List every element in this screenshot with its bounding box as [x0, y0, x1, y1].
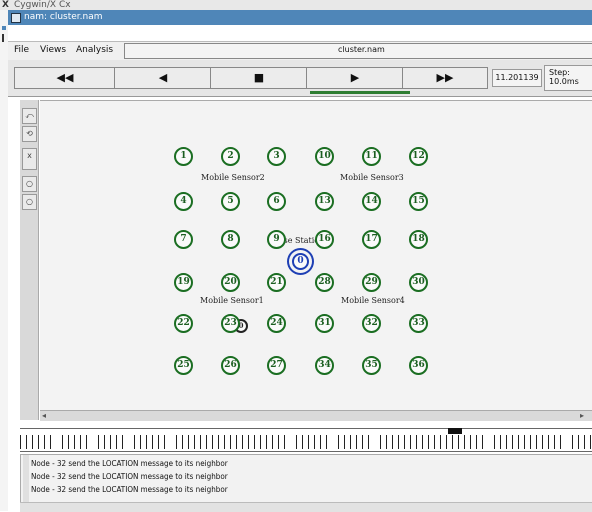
sensor-node-26[interactable]: 26 — [221, 356, 240, 375]
sensor-node-9[interactable]: 9 — [267, 230, 286, 249]
window-marker-icon — [2, 26, 6, 30]
window-title: nam: cluster.nam — [24, 12, 103, 22]
fast-forward-button[interactable]: ▶▶ — [402, 67, 488, 89]
scroll-left-icon[interactable]: ◂ — [42, 411, 46, 420]
sensor-node-10[interactable]: 10 — [315, 147, 334, 166]
zoom-out-icon[interactable]: ⟲ — [22, 126, 37, 142]
zoom-fit-icon[interactable]: ⅹ — [22, 148, 37, 170]
sensor-node-12[interactable]: 12 — [409, 147, 428, 166]
sensor-node-15[interactable]: 15 — [409, 192, 428, 211]
log-line: Node - 32 send the LOCATION message to i… — [31, 485, 228, 494]
sensor-node-1[interactable]: 1 — [174, 147, 193, 166]
sensor-node-6[interactable]: 6 — [267, 192, 286, 211]
filename-label: cluster.nam — [338, 45, 385, 54]
sensor-node-27[interactable]: 27 — [267, 356, 286, 375]
x-logo-icon: X — [2, 0, 9, 10]
sensor-node-4[interactable]: 4 — [174, 192, 193, 211]
window-titlebar[interactable]: nam: cluster.nam — [8, 10, 592, 25]
base-station-node[interactable]: 0 — [292, 253, 309, 270]
step-label: Step: 10.0ms — [549, 68, 579, 86]
sensor-node-24[interactable]: 24 — [267, 314, 286, 333]
sensor-node-29[interactable]: 29 — [362, 273, 381, 292]
zoom-in-icon[interactable]: ⤺ — [22, 108, 37, 124]
play-active-indicator — [310, 91, 410, 94]
timeline-cursor[interactable] — [448, 428, 462, 434]
tool-circle-icon-2[interactable]: ○ — [22, 194, 37, 210]
sensor-label-1: Mobile Sensor1 — [200, 296, 264, 305]
sensor-node-7[interactable]: 7 — [174, 230, 193, 249]
sensor-node-19[interactable]: 19 — [174, 273, 193, 292]
sensor-node-20[interactable]: 20 — [221, 273, 240, 292]
stop-button[interactable]: ■ — [210, 67, 308, 89]
sensor-node-28[interactable]: 28 — [315, 273, 334, 292]
sensor-label-2: Mobile Sensor2 — [201, 173, 265, 182]
sensor-node-21[interactable]: 21 — [267, 273, 286, 292]
sensor-label-4: Mobile Sensor4 — [341, 296, 405, 305]
network-canvas[interactable]: Mobile Sensor2 Mobile Sensor3 Mobile Sen… — [40, 100, 592, 411]
sensor-node-13[interactable]: 13 — [315, 192, 334, 211]
sensor-node-33[interactable]: 33 — [409, 314, 428, 333]
zoom-toolbar: ⤺ ⟲ ⅹ ○ ○ — [20, 100, 39, 420]
sensor-label-3: Mobile Sensor3 — [340, 173, 404, 182]
timeline-slider[interactable] — [20, 428, 592, 452]
play-button[interactable]: ▶ — [306, 67, 404, 89]
timeline-ticks — [20, 435, 592, 449]
sensor-node-31[interactable]: 31 — [315, 314, 334, 333]
sensor-node-30[interactable]: 30 — [409, 273, 428, 292]
sensor-node-25[interactable]: 25 — [174, 356, 193, 375]
sensor-node-8[interactable]: 8 — [221, 230, 240, 249]
sensor-node-36[interactable]: 36 — [409, 356, 428, 375]
sensor-node-5[interactable]: 5 — [221, 192, 240, 211]
window-menu-icon[interactable] — [11, 13, 21, 23]
sensor-node-23[interactable]: 23 — [221, 314, 240, 333]
time-display: 11.201139 — [492, 69, 542, 87]
sensor-node-18[interactable]: 18 — [409, 230, 428, 249]
playback-toolbar: ◀◀ ◀ ■ ▶ ▶▶ 11.201139 Step: 10.0ms — [8, 60, 592, 97]
sensor-node-34[interactable]: 34 — [315, 356, 334, 375]
sensor-node-2[interactable]: 2 — [221, 147, 240, 166]
sensor-node-11[interactable]: 11 — [362, 147, 381, 166]
sensor-node-22[interactable]: 22 — [174, 314, 193, 333]
scroll-right-icon[interactable]: ▸ — [580, 411, 584, 420]
step-slider[interactable]: Step: 10.0ms — [544, 65, 592, 91]
outer-title: Cygwin/X Cx — [14, 0, 71, 10]
sensor-node-14[interactable]: 14 — [362, 192, 381, 211]
left-desktop-strip — [0, 10, 8, 511]
sensor-node-17[interactable]: 17 — [362, 230, 381, 249]
outer-title-bar: X Cygwin/X Cx — [0, 0, 592, 10]
pin-icon — [2, 34, 4, 42]
log-scrollbar[interactable] — [23, 455, 29, 503]
log-line: Node - 32 send the LOCATION message to i… — [31, 472, 228, 481]
menu-file[interactable]: File — [14, 45, 29, 55]
sensor-node-3[interactable]: 3 — [267, 147, 286, 166]
canvas-horizontal-scrollbar[interactable]: ◂ ▸ — [40, 410, 592, 421]
sensor-node-32[interactable]: 32 — [362, 314, 381, 333]
log-panel: Node - 32 send the LOCATION message to i… — [20, 454, 592, 504]
log-line: Node - 32 send the LOCATION message to i… — [31, 459, 228, 468]
tool-circle-icon[interactable]: ○ — [22, 176, 37, 192]
rewind-button[interactable]: ◀◀ — [14, 67, 116, 89]
step-back-button[interactable]: ◀ — [114, 67, 212, 89]
menu-bar: File Views Analysis cluster.nam — [8, 41, 592, 61]
sensor-node-16[interactable]: 16 — [315, 230, 334, 249]
menu-analysis[interactable]: Analysis — [76, 45, 113, 55]
menu-views[interactable]: Views — [40, 45, 66, 55]
sensor-node-35[interactable]: 35 — [362, 356, 381, 375]
